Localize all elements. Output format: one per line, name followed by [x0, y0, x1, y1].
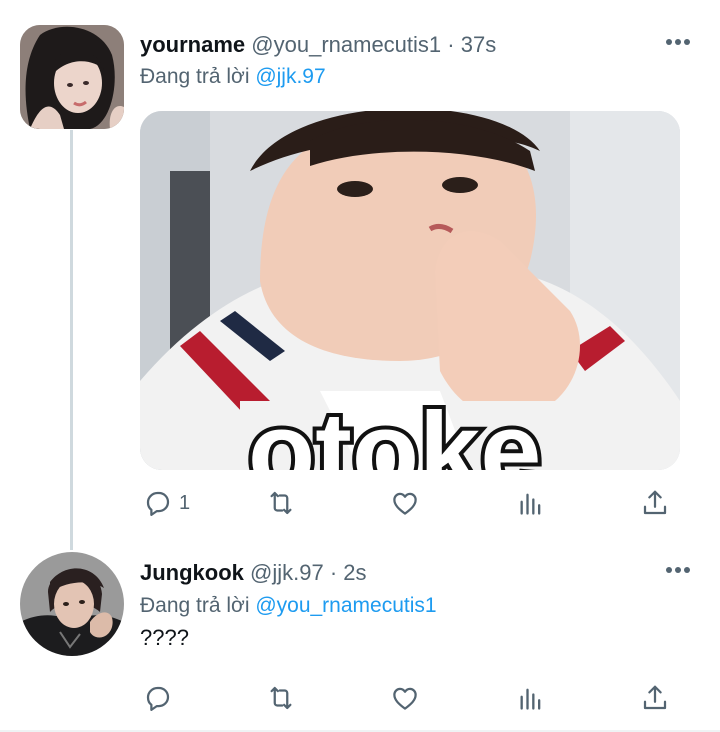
more-icon[interactable]: [660, 558, 696, 582]
analytics-button[interactable]: [517, 488, 545, 518]
like-button[interactable]: [390, 488, 420, 518]
handle[interactable]: @you_rnamecutis1: [251, 32, 441, 57]
reply-icon: [146, 491, 170, 516]
reply-mention[interactable]: @jjk.97: [255, 65, 325, 88]
timestamp[interactable]: · 37s: [447, 32, 496, 57]
avatar-jungkook[interactable]: [20, 552, 124, 656]
analytics-button[interactable]: [517, 683, 545, 713]
reply-context: Đang trả lời @jjk.97: [140, 65, 326, 89]
handle[interactable]: @jjk.97: [250, 560, 324, 585]
reply-count: 1: [179, 491, 191, 514]
reply-context: Đang trả lời @you_rnamecutis1: [140, 594, 437, 618]
retweet-button[interactable]: [265, 488, 297, 518]
thread-connector-line: [70, 130, 73, 550]
retweet-button[interactable]: [265, 683, 297, 713]
reply-button[interactable]: [143, 683, 179, 713]
share-icon: [643, 685, 667, 710]
reply-prefix: Đang trả lời: [140, 594, 250, 617]
display-name[interactable]: Jungkook: [140, 560, 244, 585]
reply-mention[interactable]: @you_rnamecutis1: [255, 594, 436, 617]
retweet-icon: [270, 686, 292, 710]
tweet-header: Jungkook @jjk.97 · 2s: [140, 560, 367, 586]
tweet-media-image[interactable]: otoke: [140, 111, 680, 470]
media-caption: otoke: [248, 390, 541, 470]
like-icon: [393, 492, 417, 515]
more-icon[interactable]: [660, 30, 696, 54]
analytics-icon: [520, 688, 541, 710]
meme-image: otoke: [140, 111, 680, 470]
analytics-icon: [520, 493, 541, 515]
reply-icon: [146, 686, 170, 711]
share-button[interactable]: [640, 683, 670, 713]
reply-button[interactable]: 1: [143, 488, 190, 518]
avatar-image: [20, 552, 124, 656]
share-button[interactable]: [640, 488, 670, 518]
tweet-header: yourname @you_rnamecutis1 · 37s: [140, 32, 496, 58]
tweet-text: ????: [140, 625, 189, 650]
timestamp[interactable]: · 2s: [330, 560, 367, 585]
avatar-yourname[interactable]: [20, 25, 124, 129]
retweet-icon: [270, 491, 292, 515]
avatar-image: [20, 25, 124, 129]
display-name[interactable]: yourname: [140, 32, 245, 57]
reply-prefix: Đang trả lời: [140, 65, 250, 88]
share-icon: [643, 490, 667, 515]
like-icon: [393, 687, 417, 710]
like-button[interactable]: [390, 683, 420, 713]
